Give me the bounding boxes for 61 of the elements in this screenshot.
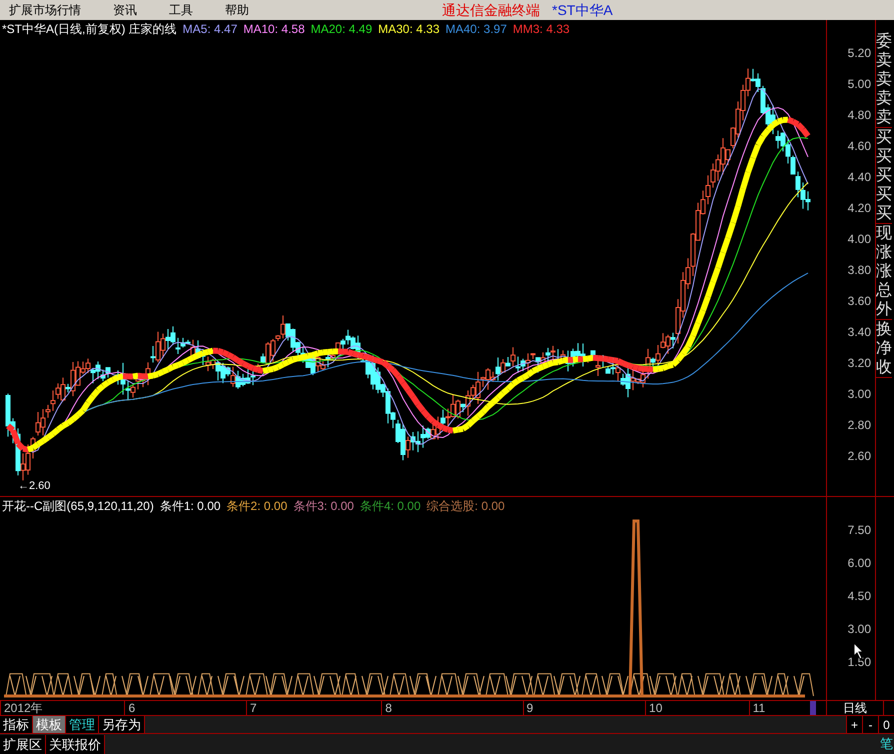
date-label: 8 (381, 701, 523, 715)
axis-label: 4.00 (848, 232, 871, 246)
chart-title: *ST中华A(日线,前复权) 庄家的线 (2, 21, 177, 38)
indicator-value: 条件4: 0.00 (360, 498, 421, 515)
date-label: 2012年 (0, 701, 124, 715)
low-price-marker: ←2.60 (18, 479, 50, 494)
axis-label: 5.20 (848, 46, 871, 60)
menu-item[interactable]: 扩展市场行情 (0, 1, 90, 19)
tab[interactable]: 指标 (0, 716, 33, 733)
indicator-value: 条件2: 0.00 (226, 498, 288, 515)
indicator-value: MA5: 4.47 (182, 21, 238, 38)
axis-label: 3.60 (848, 294, 871, 308)
corner-label: 笔 (880, 735, 894, 754)
tab[interactable]: 扩展区 (0, 734, 46, 754)
axis-label: 4.20 (848, 201, 871, 215)
menu-item[interactable]: 工具 (160, 1, 202, 19)
date-label: 9 (522, 701, 646, 715)
menu-item[interactable]: 帮助 (216, 1, 258, 19)
axis-label: 3.00 (848, 622, 871, 636)
axis-label: 3.20 (848, 356, 871, 370)
axis-label: 4.80 (848, 108, 871, 122)
zoom-button[interactable]: + (846, 716, 862, 733)
indicator-value: MA20: 4.49 (310, 21, 372, 38)
tab[interactable]: 关联报价 (46, 734, 105, 754)
indicator-title: 开花--C副图(65,9,120,11,20) (2, 498, 154, 515)
indicator-value: MA30: 4.33 (378, 21, 440, 38)
axis-label: 2.80 (848, 418, 871, 432)
menu-item[interactable]: 资讯 (104, 1, 146, 19)
date-label: 6 (124, 701, 246, 715)
period-label[interactable]: 日线 (826, 701, 884, 715)
tab[interactable]: 另存为 (99, 716, 145, 733)
scroll-handle[interactable] (810, 701, 816, 715)
zoom-button[interactable]: - (862, 716, 878, 733)
indicator-value: MA40: 3.97 (446, 21, 507, 38)
indicator-value: MM3: 4.33 (512, 21, 570, 38)
indicator-value: MA10: 4.58 (243, 21, 305, 38)
stock-name: *ST中华A (552, 0, 613, 20)
tab[interactable]: 模板 (33, 716, 66, 733)
zoom-button[interactable]: 0 (878, 716, 894, 733)
axis-label: 5.00 (848, 77, 871, 91)
quote-labels: 委卖卖卖卖 (876, 32, 892, 128)
axis-label: 6.00 (848, 556, 871, 570)
axis-label: 4.50 (848, 589, 871, 603)
axis-label: 7.50 (848, 523, 871, 537)
date-label: 10 (645, 701, 749, 715)
terminal-title: 通达信金融终端 (442, 0, 540, 20)
quote-labels: 换净收 (876, 320, 892, 378)
axis-label: 4.40 (848, 170, 871, 184)
axis-label: 1.50 (848, 655, 871, 669)
quote-labels: 现涨涨总外 (876, 224, 892, 320)
indicator-value: 条件1: 0.00 (160, 498, 221, 515)
axis-label: 3.80 (848, 263, 871, 277)
date-label: 7 (246, 701, 382, 715)
tab[interactable]: 管理 (66, 716, 99, 733)
axis-label: 3.40 (848, 325, 871, 339)
axis-label: 4.60 (848, 139, 871, 153)
indicator-value: 条件3: 0.00 (293, 498, 354, 515)
quote-labels: 买买买买买 (876, 128, 892, 224)
indicator-value: 综合选股: 0.00 (426, 498, 505, 515)
axis-label: 3.00 (848, 387, 871, 401)
axis-label: 2.60 (848, 449, 871, 463)
